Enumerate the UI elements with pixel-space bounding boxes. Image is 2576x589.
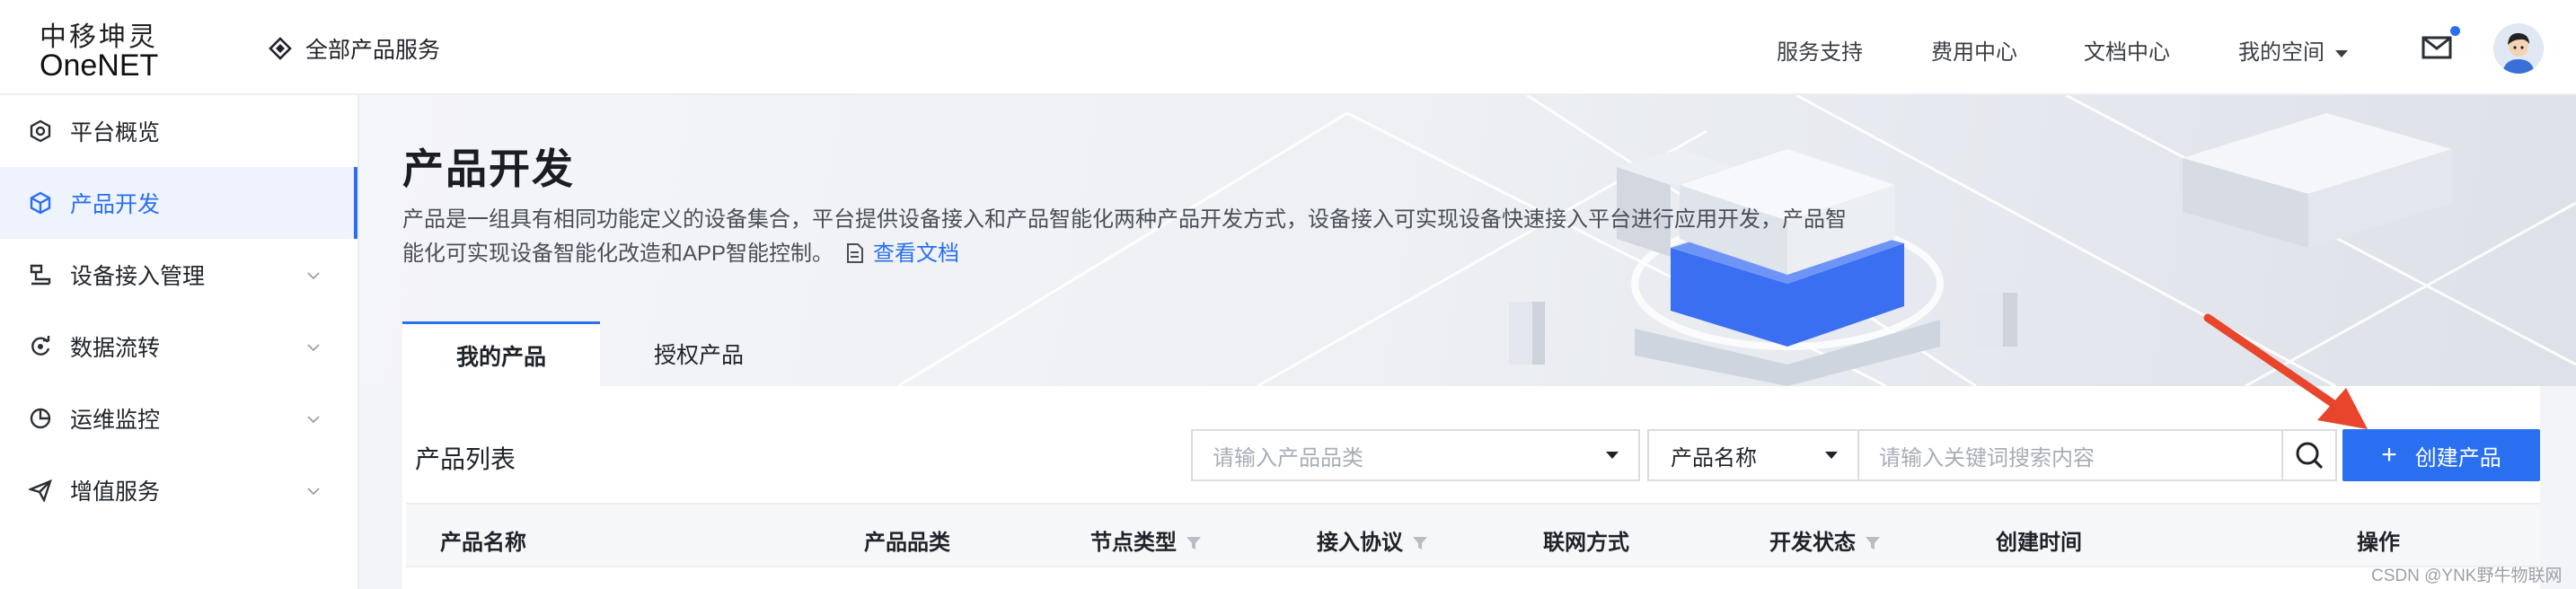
create-product-label: 创建产品: [2414, 445, 2501, 470]
top-header: 中移坤灵 OneNET 全部产品服务 服务支持 费用中心 文档中心 我的空间: [0, 0, 2576, 95]
column-product-name: 产品名称: [440, 531, 526, 555]
sidebar-item-data-flow[interactable]: 数据流转: [0, 311, 357, 382]
sidebar-item-label: 平台概览: [70, 120, 161, 145]
send-icon: [29, 479, 52, 502]
filter-icon[interactable]: [1186, 535, 1202, 551]
keyword-placeholder: 请输入关键词搜索内容: [1879, 445, 2095, 470]
column-product-category: 产品品类: [864, 531, 950, 555]
chevron-down-icon: [307, 344, 320, 352]
chevron-down-icon: [307, 272, 320, 280]
tab-authorized-products[interactable]: 授权产品: [600, 321, 798, 386]
column-node-type: 节点类型: [1090, 524, 1202, 556]
filter-icon[interactable]: [1865, 535, 1881, 551]
diamond-icon: [269, 37, 292, 60]
column-network-mode: 联网方式: [1543, 531, 1629, 555]
category-select[interactable]: 请输入产品品类: [1191, 429, 1640, 481]
all-services-button[interactable]: 全部产品服务: [268, 34, 440, 63]
page-description: 产品是一组具有相同功能定义的设备集合，平台提供设备接入和产品智能化两种产品开发方…: [402, 203, 1857, 271]
nav-service-support[interactable]: 服务支持: [1777, 34, 1863, 66]
product-list-title: 产品列表: [415, 445, 516, 473]
sidebar-item-label: 数据流转: [70, 336, 161, 361]
nav-my-space[interactable]: 我的空间: [2238, 34, 2348, 66]
column-access-protocol: 接入协议: [1317, 524, 1428, 556]
logo-en-text: OneNET: [40, 48, 159, 83]
chevron-down-icon: [307, 488, 320, 496]
onenet-logo[interactable]: 中移坤灵 OneNET: [40, 14, 165, 84]
table-header: 产品名称 产品品类 节点类型 接入协议 联网方式 开发状态 创建时间 操作: [406, 503, 2540, 567]
plus-icon: +: [2381, 440, 2397, 470]
mail-icon[interactable]: [2422, 36, 2452, 59]
column-dev-status-label: 开发状态: [1769, 531, 1856, 555]
nav-docs-center[interactable]: 文档中心: [2084, 34, 2170, 66]
sidebar-item-label: 产品开发: [70, 192, 161, 217]
sidebar-item-product-dev[interactable]: 产品开发: [0, 167, 357, 239]
sidebar-item-value-added[interactable]: 增值服务: [0, 454, 357, 526]
flow-icon: [31, 336, 50, 356]
all-services-label: 全部产品服务: [305, 38, 441, 63]
column-access-protocol-label: 接入协议: [1317, 531, 1403, 555]
caret-down-icon: [1606, 452, 1619, 459]
column-dev-status: 开发状态: [1769, 524, 1881, 556]
caret-down-icon: [2335, 49, 2348, 57]
search-field-value: 产品名称: [1671, 445, 1757, 470]
description-line-1: 产品是一组具有相同功能定义的设备集合，平台提供设备接入和产品智能化两种产品开发方…: [402, 207, 1847, 232]
sidebar: 平台概览 产品开发 设备接入管理 数据流转 运维监控 增值服务: [0, 95, 359, 589]
column-node-type-label: 节点类型: [1090, 531, 1177, 555]
filter-icon[interactable]: [1412, 535, 1428, 551]
monitor-icon: [30, 408, 51, 429]
sidebar-item-overview[interactable]: 平台概览: [0, 95, 357, 167]
notification-dot: [2450, 26, 2460, 36]
sidebar-item-label: 增值服务: [70, 479, 161, 505]
tab-my-products[interactable]: 我的产品: [402, 321, 600, 386]
caret-down-icon: [1825, 452, 1838, 459]
description-line-2: 能化可实现设备智能化改造和APP智能控制。: [402, 242, 834, 266]
sidebar-item-ops-monitor[interactable]: 运维监控: [0, 382, 357, 454]
column-created-time: 创建时间: [1996, 531, 2082, 555]
gauge-icon: [30, 119, 51, 143]
watermark: CSDN @YNK野牛物联网: [2371, 567, 2563, 585]
sidebar-item-device-access[interactable]: 设备接入管理: [0, 239, 357, 311]
column-actions: 操作: [2357, 531, 2400, 555]
view-docs-link[interactable]: 查看文档: [873, 242, 959, 266]
avatar[interactable]: [2493, 23, 2544, 74]
sidebar-item-label: 运维监控: [70, 408, 161, 433]
device-icon: [30, 264, 51, 286]
document-icon: [847, 243, 864, 263]
page-title: 产品开发: [402, 145, 575, 192]
avatar-face-icon: [2493, 23, 2544, 74]
search-field-select[interactable]: 产品名称: [1647, 429, 1859, 481]
sidebar-item-label: 设备接入管理: [70, 264, 206, 289]
annotation-arrow: [2203, 313, 2368, 429]
cube-icon: [30, 191, 51, 215]
category-placeholder: 请输入产品品类: [1213, 445, 1363, 470]
nav-my-space-label: 我的空间: [2238, 40, 2325, 65]
chevron-down-icon: [307, 416, 320, 424]
nav-billing-center[interactable]: 费用中心: [1931, 34, 2017, 66]
